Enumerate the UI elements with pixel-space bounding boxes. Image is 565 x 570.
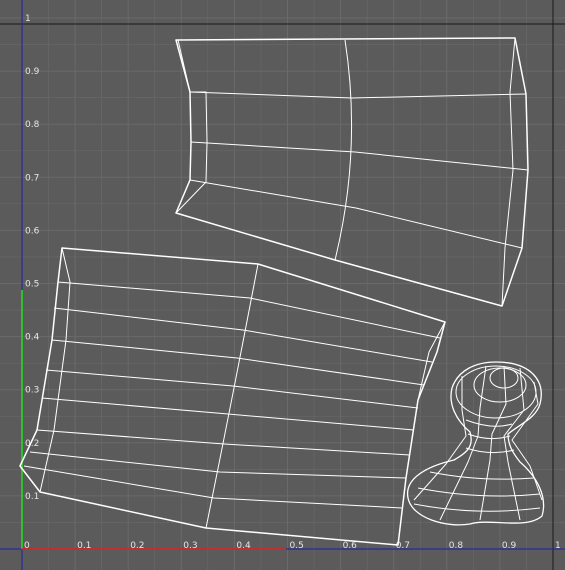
v-tick-label: 0.1 (25, 492, 39, 502)
u-tick-label: 0.5 (290, 541, 304, 551)
u-tick-label: 0.4 (236, 541, 251, 551)
knob-neck-ring-1 (465, 419, 513, 427)
upper-shell-col-1 (334, 39, 353, 261)
knob-base-ring-1 (429, 471, 535, 480)
v-tick-label: 1 (25, 14, 31, 24)
lower-shell-row-7 (29, 451, 407, 479)
lower-shell-col-1 (205, 263, 259, 529)
uv-grid (0, 0, 565, 570)
upper-shell-row-3 (189, 179, 523, 249)
upper-shell-row-1 (189, 91, 527, 99)
u-tick-label: 0.1 (77, 541, 91, 551)
v-tick-label: 0.4 (25, 333, 40, 343)
lower-shell-row-2 (53, 307, 433, 363)
u-tick-label: 0.6 (343, 541, 358, 551)
uv-editor-viewport[interactable]: 0.1 0.2 0.3 0.4 0.5 0.6 0.7 0.8 0.9 1 0 0.1 0.2 0.3 0… (0, 0, 565, 570)
u-tick-label: 0.8 (449, 541, 464, 551)
upper-panel-shell[interactable] (175, 37, 529, 307)
v-tick-label: 0.5 (25, 280, 39, 290)
v-tick-label: 0.3 (25, 386, 39, 396)
v-tick-label: 0.6 (25, 226, 40, 236)
lower-shell-row-8 (23, 465, 403, 509)
knob-base-ring-3 (413, 503, 541, 512)
knob-spoke-3 (503, 367, 525, 521)
lower-shell-row-5 (41, 397, 415, 431)
u-tick-label: 0 (24, 541, 30, 551)
u-tick-label: 1 (555, 541, 561, 551)
u-tick-label: 0.3 (183, 541, 197, 551)
u-tick-label: 0.2 (130, 541, 144, 551)
upper-shell-edge-left (175, 39, 208, 214)
lower-panel-shell[interactable] (19, 247, 446, 546)
upper-shell-edge-right (501, 37, 516, 307)
knob-shell[interactable] (407, 361, 545, 526)
v-tick-label: 0.7 (25, 173, 39, 183)
v-tick-label: 0.9 (25, 67, 40, 77)
knob-base-ring-2 (417, 487, 541, 497)
uv-canvas[interactable]: 0.10.20.30.40.50.60.70.80.91 0 0.1 0.2 0.3 0… (0, 0, 565, 570)
upper-shell-outline (175, 37, 529, 307)
v-tick-label: 0.8 (25, 120, 40, 130)
u-tick-label: 0.9 (502, 541, 517, 551)
lower-shell-row-3 (51, 339, 425, 386)
upper-shell-row-2 (190, 141, 529, 171)
